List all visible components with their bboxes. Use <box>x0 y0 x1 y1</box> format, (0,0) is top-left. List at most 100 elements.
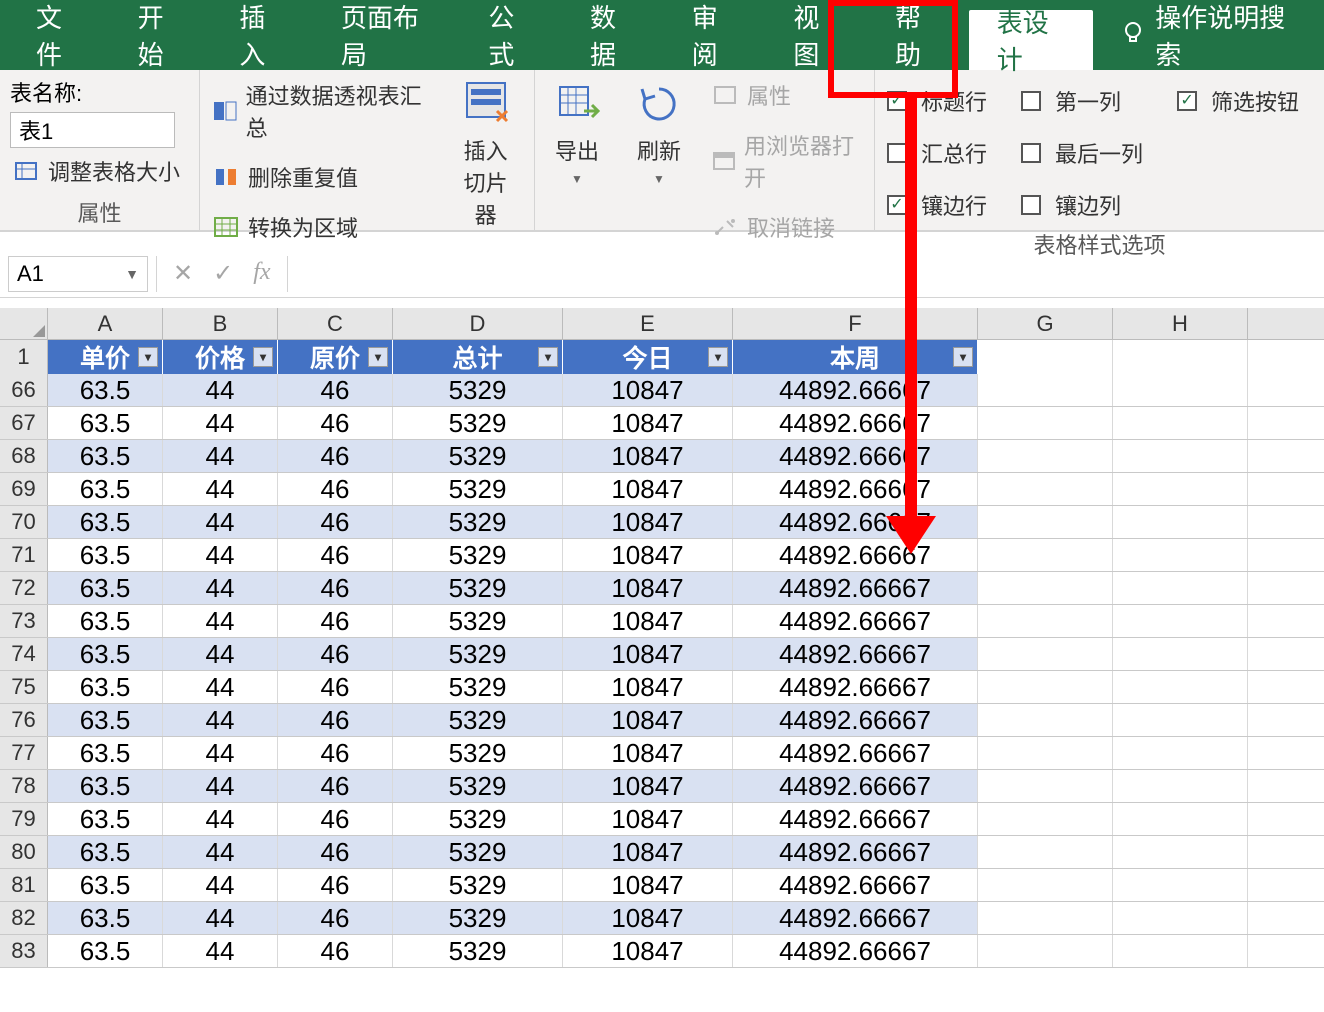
th-F[interactable]: 本周▾ <box>733 340 978 374</box>
chevron-down-icon[interactable]: ▼ <box>125 266 139 282</box>
filter-button-C[interactable]: ▾ <box>368 347 388 367</box>
cell[interactable] <box>978 638 1113 670</box>
cell[interactable]: 44 <box>163 836 278 868</box>
cell[interactable]: 10847 <box>563 869 733 901</box>
cell[interactable]: 44 <box>163 638 278 670</box>
row-header[interactable]: 82 <box>0 902 48 934</box>
cell[interactable]: 63.5 <box>48 572 163 604</box>
cell[interactable]: 46 <box>278 704 393 736</box>
tab-home[interactable]: 开始 <box>110 0 212 70</box>
export-button[interactable]: 导出 ▼ <box>545 76 609 190</box>
cell[interactable] <box>1113 506 1248 538</box>
cell[interactable]: 5329 <box>393 638 563 670</box>
cell[interactable]: 46 <box>278 836 393 868</box>
row-header[interactable]: 79 <box>0 803 48 835</box>
row-header[interactable]: 68 <box>0 440 48 472</box>
summarize-pivot-button[interactable]: 通过数据透视表汇总 <box>210 76 429 146</box>
tablename-input[interactable] <box>10 112 175 148</box>
cell-H1[interactable] <box>1113 340 1248 374</box>
cell[interactable]: 10847 <box>563 638 733 670</box>
row-header[interactable]: 72 <box>0 572 48 604</box>
cell[interactable]: 44892.66667 <box>733 671 978 703</box>
cell[interactable] <box>978 935 1113 967</box>
tab-search[interactable]: 操作说明搜索 <box>1093 0 1316 70</box>
cell[interactable] <box>978 374 1113 406</box>
cell[interactable]: 63.5 <box>48 935 163 967</box>
cell[interactable] <box>978 440 1113 472</box>
cell[interactable]: 5329 <box>393 374 563 406</box>
cell[interactable] <box>1113 704 1248 736</box>
tab-help[interactable]: 帮助 <box>867 0 969 70</box>
cell[interactable]: 46 <box>278 770 393 802</box>
cell[interactable]: 5329 <box>393 440 563 472</box>
cell[interactable]: 44 <box>163 869 278 901</box>
cell[interactable]: 44892.66667 <box>733 902 978 934</box>
tab-insert[interactable]: 插入 <box>211 0 313 70</box>
cell[interactable]: 46 <box>278 407 393 439</box>
cell[interactable]: 44 <box>163 770 278 802</box>
cell[interactable]: 5329 <box>393 539 563 571</box>
cell[interactable]: 46 <box>278 737 393 769</box>
cell[interactable]: 10847 <box>563 572 733 604</box>
col-header-G[interactable]: G <box>978 308 1113 339</box>
th-A[interactable]: 单价▾ <box>48 340 163 374</box>
cell[interactable]: 44892.66667 <box>733 869 978 901</box>
cell[interactable] <box>978 836 1113 868</box>
cell[interactable]: 46 <box>278 539 393 571</box>
cell[interactable]: 10847 <box>563 671 733 703</box>
checkbox-icon[interactable] <box>887 91 907 111</box>
cell[interactable]: 63.5 <box>48 770 163 802</box>
opt-banded-rows[interactable]: 镶边行 <box>885 186 989 224</box>
row-header[interactable]: 75 <box>0 671 48 703</box>
cell[interactable]: 46 <box>278 572 393 604</box>
cell[interactable]: 46 <box>278 671 393 703</box>
checkbox-icon[interactable] <box>1021 195 1041 215</box>
col-header-H[interactable]: H <box>1113 308 1248 339</box>
insert-slicer-button[interactable]: 插入 切片器 <box>447 76 524 234</box>
row-header[interactable]: 73 <box>0 605 48 637</box>
cell[interactable]: 63.5 <box>48 506 163 538</box>
cell[interactable]: 10847 <box>563 440 733 472</box>
cell[interactable]: 63.5 <box>48 374 163 406</box>
col-header-E[interactable]: E <box>563 308 733 339</box>
cell[interactable]: 44892.66667 <box>733 374 978 406</box>
tab-table-design[interactable]: 表设计 <box>969 10 1094 70</box>
row-header[interactable]: 81 <box>0 869 48 901</box>
cell[interactable]: 63.5 <box>48 440 163 472</box>
row-header[interactable]: 71 <box>0 539 48 571</box>
cell[interactable]: 44892.66667 <box>733 407 978 439</box>
row-header[interactable]: 80 <box>0 836 48 868</box>
cell[interactable]: 63.5 <box>48 539 163 571</box>
cell[interactable]: 44892.66667 <box>733 473 978 505</box>
filter-button-A[interactable]: ▾ <box>138 347 158 367</box>
cell[interactable] <box>1113 770 1248 802</box>
row-header[interactable]: 78 <box>0 770 48 802</box>
cell[interactable]: 10847 <box>563 803 733 835</box>
cell[interactable]: 44892.66667 <box>733 440 978 472</box>
row-header[interactable]: 66 <box>0 374 48 406</box>
cell[interactable]: 63.5 <box>48 671 163 703</box>
cell[interactable]: 5329 <box>393 704 563 736</box>
cell[interactable]: 5329 <box>393 770 563 802</box>
cell[interactable]: 63.5 <box>48 869 163 901</box>
th-B[interactable]: 价格▾ <box>163 340 278 374</box>
cell[interactable]: 44892.66667 <box>733 506 978 538</box>
convert-to-range-button[interactable]: 转换为区域 <box>210 208 429 246</box>
cell[interactable]: 63.5 <box>48 704 163 736</box>
cell[interactable]: 5329 <box>393 737 563 769</box>
cell[interactable]: 46 <box>278 803 393 835</box>
cell[interactable]: 44 <box>163 539 278 571</box>
remove-duplicates-button[interactable]: 删除重复值 <box>210 158 429 196</box>
cell[interactable]: 63.5 <box>48 737 163 769</box>
tab-file[interactable]: 文件 <box>8 0 110 70</box>
cell[interactable]: 44 <box>163 374 278 406</box>
cell[interactable] <box>1113 374 1248 406</box>
cell[interactable] <box>1113 572 1248 604</box>
tab-view[interactable]: 视图 <box>765 0 867 70</box>
cell[interactable]: 5329 <box>393 506 563 538</box>
cell[interactable]: 5329 <box>393 407 563 439</box>
th-E[interactable]: 今日▾ <box>563 340 733 374</box>
cell[interactable]: 46 <box>278 473 393 505</box>
fx-icon[interactable]: fx <box>253 259 270 288</box>
cell[interactable] <box>1113 935 1248 967</box>
